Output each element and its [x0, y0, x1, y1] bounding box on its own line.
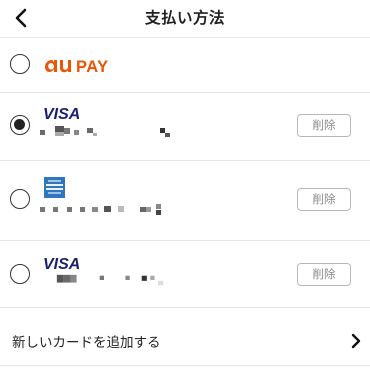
header-bar: 支払い方法 — [0, 0, 370, 38]
svg-text:PAY: PAY — [76, 58, 109, 76]
masked-card-number — [40, 126, 170, 137]
add-card-label: 新しいカードを追加する — [12, 335, 161, 351]
aupay-logo: PAY — [45, 58, 109, 76]
radio-visa-1[interactable] — [10, 115, 30, 135]
svg-text:VISA: VISA — [43, 256, 80, 272]
page-title: 支払い方法 — [144, 9, 225, 27]
visa-logo: VISA — [43, 256, 80, 272]
add-card-row[interactable]: 新しいカードを追加する — [0, 316, 370, 366]
payment-method-amex[interactable]: 削除 — [0, 161, 370, 241]
masked-card-number — [40, 204, 161, 215]
delete-button-amex[interactable]: 削除 — [297, 188, 351, 211]
amex-logo — [44, 177, 65, 198]
radio-visa-2[interactable] — [10, 264, 30, 284]
radio-aupay[interactable] — [10, 54, 30, 74]
svg-text:VISA: VISA — [43, 106, 80, 122]
delete-button-visa-1[interactable]: 削除 — [297, 114, 351, 137]
radio-amex[interactable] — [10, 189, 30, 209]
chevron-right-icon — [351, 333, 361, 349]
visa-logo: VISA — [43, 106, 80, 122]
masked-card-number — [56, 274, 164, 286]
delete-button-visa-2[interactable]: 削除 — [297, 263, 351, 286]
